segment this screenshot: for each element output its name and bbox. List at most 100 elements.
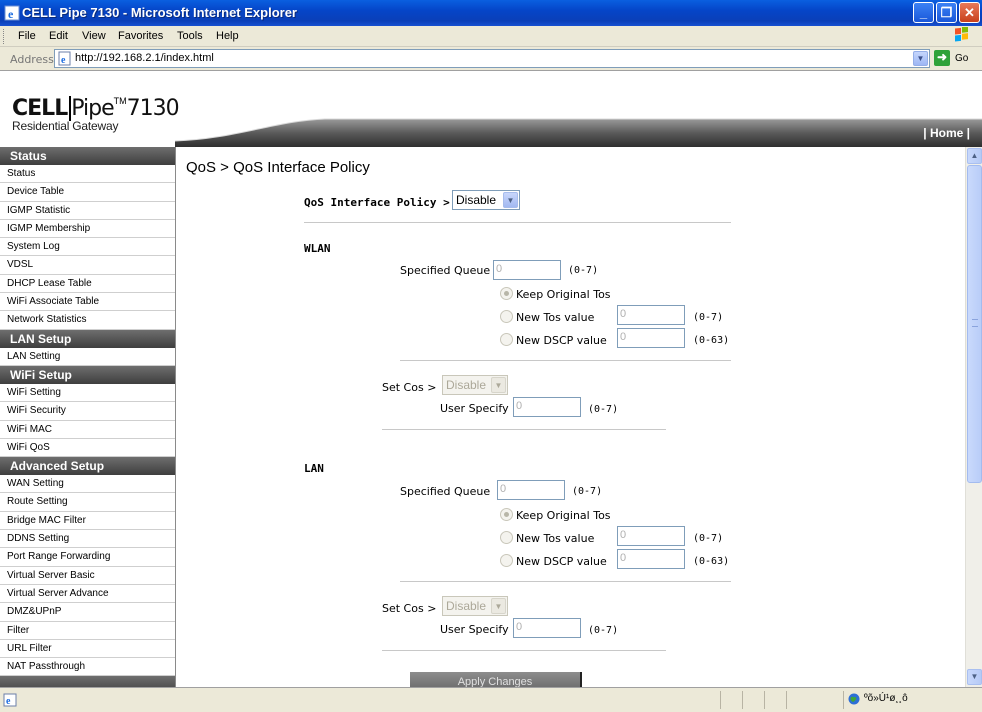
maximize-button[interactable]: ❐ <box>936 2 957 23</box>
sidebar-section-status[interactable]: Status <box>0 147 175 165</box>
lan-specified-queue-range: (0-7) <box>572 486 603 497</box>
address-bar: Address e http://192.168.2.1/index.html … <box>0 47 982 71</box>
lan-new-tos-input[interactable]: 0 <box>617 526 685 546</box>
page-icon: e <box>58 51 71 66</box>
vertical-scrollbar[interactable]: ▲ ▼ <box>965 147 982 687</box>
wlan-specified-queue-range: (0-7) <box>568 265 599 276</box>
go-button[interactable]: Go <box>955 53 968 64</box>
status-separator <box>720 691 721 709</box>
logo-pipe: Pipe <box>71 96 114 121</box>
wlan-set-cos-label: Set Cos > <box>382 381 437 394</box>
lan-set-cos-select[interactable]: Disable ▼ <box>442 596 508 616</box>
sidebar-item-wifi-qos[interactable]: WiFi QoS <box>0 439 175 458</box>
cellpipe-logo: CELL PipeTM7130 Residential Gateway <box>12 96 180 133</box>
menu-file[interactable]: File <box>18 30 36 42</box>
sidebar-item-wifi-mac[interactable]: WiFi MAC <box>0 421 175 439</box>
sidebar-item-igmp-membership[interactable]: IGMP Membership <box>0 220 175 239</box>
svg-text:e: e <box>61 55 66 66</box>
go-arrow-icon[interactable]: ➜ <box>934 50 950 66</box>
wlan-set-cos-select[interactable]: Disable ▼ <box>442 375 508 395</box>
page-loaded-icon: e <box>3 693 17 707</box>
wlan-keep-tos-radio[interactable] <box>500 287 513 300</box>
sidebar-section-lan-setup[interactable]: LAN Setup <box>0 329 175 348</box>
menu-view[interactable]: View <box>82 30 106 42</box>
sidebar-item-dmz-upnp[interactable]: DMZ&UPnP <box>0 603 175 622</box>
apply-changes-button[interactable]: Apply Changes <box>410 672 582 687</box>
qos-policy-select[interactable]: Disable ▼ <box>452 190 520 210</box>
sidebar-item-system-log[interactable]: System Log <box>0 238 175 257</box>
address-url: http://192.168.2.1/index.html <box>75 52 214 64</box>
internet-zone-globe-icon <box>848 693 860 705</box>
address-dropdown-button[interactable]: ▼ <box>913 51 928 66</box>
divider <box>400 360 731 361</box>
wlan-new-dscp-radio[interactable] <box>500 333 513 346</box>
sidebar-item-vdsl[interactable]: VDSL <box>0 256 175 275</box>
lan-new-dscp-radio[interactable] <box>500 554 513 567</box>
lan-new-tos-radio[interactable] <box>500 531 513 544</box>
lan-specified-queue-label: Specified Queue <box>400 485 491 498</box>
sidebar-item-filter[interactable]: Filter <box>0 622 175 640</box>
qos-policy-label: QoS Interface Policy > <box>304 196 450 209</box>
wlan-user-specify-range: (0-7) <box>588 404 619 415</box>
home-link[interactable]: | Home | <box>923 126 970 140</box>
sidebar-item-url-filter[interactable]: URL Filter <box>0 640 175 659</box>
address-input[interactable]: e http://192.168.2.1/index.html ▼ <box>54 49 930 68</box>
divider <box>382 650 666 651</box>
sidebar-section-wifi-setup[interactable]: WiFi Setup <box>0 365 175 384</box>
wlan-new-dscp-input[interactable]: 0 <box>617 328 685 348</box>
lan-new-dscp-input[interactable]: 0 <box>617 549 685 569</box>
lan-specified-queue-input[interactable]: 0 <box>497 480 565 500</box>
lan-new-dscp-range: (0-63) <box>693 556 730 567</box>
toolbar-grip[interactable] <box>3 29 6 44</box>
sidebar-item-wifi-setting[interactable]: WiFi Setting <box>0 384 175 403</box>
sidebar-item-lan-setting[interactable]: LAN Setting <box>0 348 175 366</box>
sidebar-item-wan-setting[interactable]: WAN Setting <box>0 475 175 494</box>
menu-bar: File Edit View Favorites Tools Help <box>0 26 982 47</box>
sidebar-item-network-statistics[interactable]: Network Statistics <box>0 311 175 330</box>
sidebar-section-advanced-setup[interactable]: Advanced Setup <box>0 457 175 476</box>
sidebar-item-virtual-server-advance[interactable]: Virtual Server Advance <box>0 585 175 604</box>
wlan-specified-queue-input[interactable]: 0 <box>493 260 561 280</box>
sidebar-item-dhcp-lease-table[interactable]: DHCP Lease Table <box>0 275 175 294</box>
lan-keep-tos-radio[interactable] <box>500 508 513 521</box>
sidebar-item-route-setting[interactable]: Route Setting <box>0 493 175 512</box>
scroll-grip <box>972 319 978 327</box>
security-zone-text: ºõ»Ú¹ø¸¸ô <box>864 693 908 704</box>
lan-user-specify-input[interactable]: 0 <box>513 618 581 638</box>
wlan-keep-tos-label: Keep Original Tos <box>516 288 611 301</box>
close-button[interactable]: ✕ <box>959 2 980 23</box>
sidebar-item-status[interactable]: Status <box>0 165 175 184</box>
scroll-up-icon[interactable]: ▲ <box>967 148 982 164</box>
sidebar-item-igmp-statistic[interactable]: IGMP Statistic <box>0 202 175 220</box>
sidebar-item-nat-passthrough[interactable]: NAT Passthrough <box>0 658 175 677</box>
wlan-user-specify-label: User Specify <box>440 402 509 415</box>
menu-help[interactable]: Help <box>216 30 239 42</box>
menu-favorites[interactable]: Favorites <box>118 30 163 42</box>
sidebar-item-device-table[interactable]: Device Table <box>0 183 175 202</box>
wlan-new-tos-range: (0-7) <box>693 312 724 323</box>
sidebar-item-bridge-mac-filter[interactable]: Bridge MAC Filter <box>0 512 175 531</box>
wlan-specified-queue-label: Specified Queue <box>400 264 491 277</box>
divider <box>400 581 731 582</box>
menu-edit[interactable]: Edit <box>49 30 68 42</box>
menu-tools[interactable]: Tools <box>177 30 203 42</box>
sidebar-section-next[interactable] <box>0 676 175 687</box>
scrollbar-thumb[interactable] <box>967 165 982 483</box>
internet-explorer-icon: e <box>4 5 20 21</box>
sidebar-item-virtual-server-basic[interactable]: Virtual Server Basic <box>0 567 175 585</box>
breadcrumb: QoS > QoS Interface Policy <box>186 159 370 176</box>
wlan-new-dscp-label: New DSCP value <box>516 334 607 347</box>
status-bar: e ºõ»Ú¹ø¸¸ô <box>0 687 982 712</box>
sidebar-item-ddns-setting[interactable]: DDNS Setting <box>0 530 175 549</box>
wlan-new-tos-input[interactable]: 0 <box>617 305 685 325</box>
minimize-button[interactable]: _ <box>913 2 934 23</box>
sidebar-item-wifi-security[interactable]: WiFi Security <box>0 402 175 421</box>
scroll-down-icon[interactable]: ▼ <box>967 669 982 685</box>
wlan-new-tos-radio[interactable] <box>500 310 513 323</box>
status-separator <box>742 691 743 709</box>
sidebar-item-wifi-associate-table[interactable]: WiFi Associate Table <box>0 293 175 312</box>
chevron-down-icon: ▼ <box>491 598 506 614</box>
sidebar-item-port-range-forwarding[interactable]: Port Range Forwarding <box>0 548 175 567</box>
wlan-user-specify-input[interactable]: 0 <box>513 397 581 417</box>
main-content: QoS > QoS Interface Policy QoS Interface… <box>176 147 965 687</box>
